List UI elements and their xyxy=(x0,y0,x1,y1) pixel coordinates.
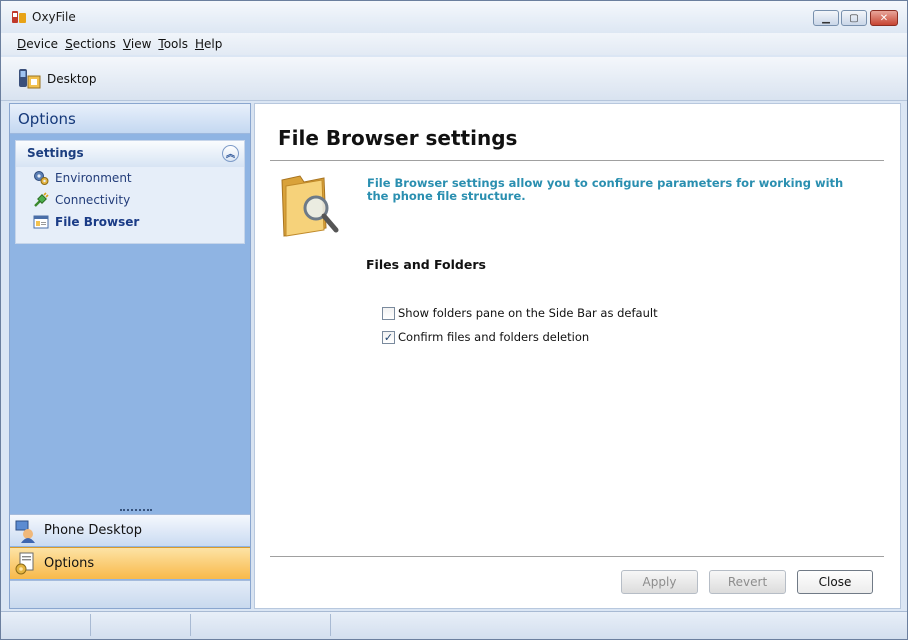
menu-sections[interactable]: Sections xyxy=(65,37,116,51)
sidebar-item-file-browser[interactable]: File Browser xyxy=(16,211,244,233)
sidebar-overflow-bar[interactable] xyxy=(10,580,250,608)
minimize-icon: ▁ xyxy=(822,12,830,24)
plug-icon xyxy=(34,192,49,207)
menu-device[interactable]: Device xyxy=(17,37,58,51)
page-title: File Browser settings xyxy=(278,126,518,150)
sidebar-item-connectivity[interactable]: Connectivity xyxy=(16,189,244,211)
phone-desktop-icon xyxy=(15,520,35,543)
option-label: Confirm files and folders deletion xyxy=(398,330,590,344)
phone-desktop-toolbar-icon xyxy=(19,68,41,88)
collapse-icon[interactable]: ︽ xyxy=(222,145,239,162)
menu-view[interactable]: View xyxy=(123,37,151,51)
options-icon xyxy=(15,552,34,575)
sidebar-item-environment[interactable]: Environment xyxy=(16,167,244,189)
option-label: Show folders pane on the Side Bar as def… xyxy=(398,306,658,320)
sidebar-splitter-grip[interactable] xyxy=(120,509,152,511)
menu-device-label: evice xyxy=(26,37,59,51)
menu-view-mnemonic: V xyxy=(122,37,131,51)
menu-tools-label: ools xyxy=(163,37,188,51)
window-title: OxyFile xyxy=(32,10,76,24)
footer-divider xyxy=(270,556,884,557)
sidebar: Options Settings ︽ Environment Connectiv… xyxy=(9,103,251,609)
show-folders-pane-checkbox[interactable] xyxy=(382,306,395,320)
desktop-label: Desktop xyxy=(47,71,97,86)
section-options[interactable]: Options xyxy=(10,547,250,579)
menu-sections-label: ections xyxy=(72,37,116,51)
close-icon: ✕ xyxy=(879,12,889,24)
sidebar-item-label: Environment xyxy=(55,171,132,185)
menu-view-label: iew xyxy=(130,37,152,51)
status-cell xyxy=(191,614,331,636)
menu-bar: Device Sections View Tools Help xyxy=(1,33,907,55)
sidebar-item-label: File Browser xyxy=(55,215,140,229)
minimize-button[interactable]: ▁ xyxy=(813,10,839,26)
checkmark-icon: ✓ xyxy=(383,330,394,344)
sidebar-item-label: Connectivity xyxy=(55,193,131,207)
option-confirm-deletion[interactable]: ✓ Confirm files and folders deletion xyxy=(382,330,589,344)
menu-device-mnemonic: D xyxy=(17,37,27,51)
status-cell xyxy=(9,614,91,636)
confirm-deletion-checkbox[interactable]: ✓ xyxy=(382,330,395,344)
section-label: Options xyxy=(44,556,95,571)
menu-tools[interactable]: Tools xyxy=(158,37,188,51)
revert-button[interactable]: Revert xyxy=(709,570,786,594)
section-phone-desktop[interactable]: Phone Desktop xyxy=(10,514,250,546)
maximize-icon: ▢ xyxy=(849,12,859,24)
status-cell xyxy=(91,614,191,636)
menu-help-mnemonic: H xyxy=(194,37,204,51)
maximize-button[interactable]: ▢ xyxy=(841,10,867,26)
settings-group-title: Settings xyxy=(27,146,84,160)
option-show-folders-pane[interactable]: Show folders pane on the Side Bar as def… xyxy=(382,306,658,320)
app-window: OxyFile ▁ ▢ ✕ Device Sections View Tools… xyxy=(0,0,908,640)
close-button[interactable]: Close xyxy=(797,570,873,594)
settings-group-header[interactable]: Settings ︽ xyxy=(16,141,244,167)
title-bar: OxyFile ▁ ▢ ✕ xyxy=(1,1,907,33)
sidebar-header: Options xyxy=(10,104,250,134)
status-bar xyxy=(1,611,907,639)
title-divider xyxy=(270,160,884,161)
settings-description: File Browser settings allow you to confi… xyxy=(367,176,844,203)
settings-group: Settings ︽ Environment Connectivity File… xyxy=(15,140,245,244)
menu-help[interactable]: Help xyxy=(195,37,222,51)
menu-sections-mnemonic: S xyxy=(65,37,73,51)
folder-search-icon xyxy=(281,175,339,237)
app-logo-icon xyxy=(12,11,26,23)
close-window-button[interactable]: ✕ xyxy=(870,10,898,26)
gears-icon xyxy=(34,171,49,185)
section-title: Files and Folders xyxy=(366,257,486,272)
apply-button[interactable]: Apply xyxy=(621,570,698,594)
menu-help-label: elp xyxy=(204,37,223,51)
file-browser-icon xyxy=(33,215,49,229)
toolbar: Desktop xyxy=(1,57,907,101)
desktop-button[interactable]: Desktop xyxy=(17,67,97,91)
content-panel: File Browser settings File Browser setti… xyxy=(254,103,901,609)
section-label: Phone Desktop xyxy=(44,523,143,538)
